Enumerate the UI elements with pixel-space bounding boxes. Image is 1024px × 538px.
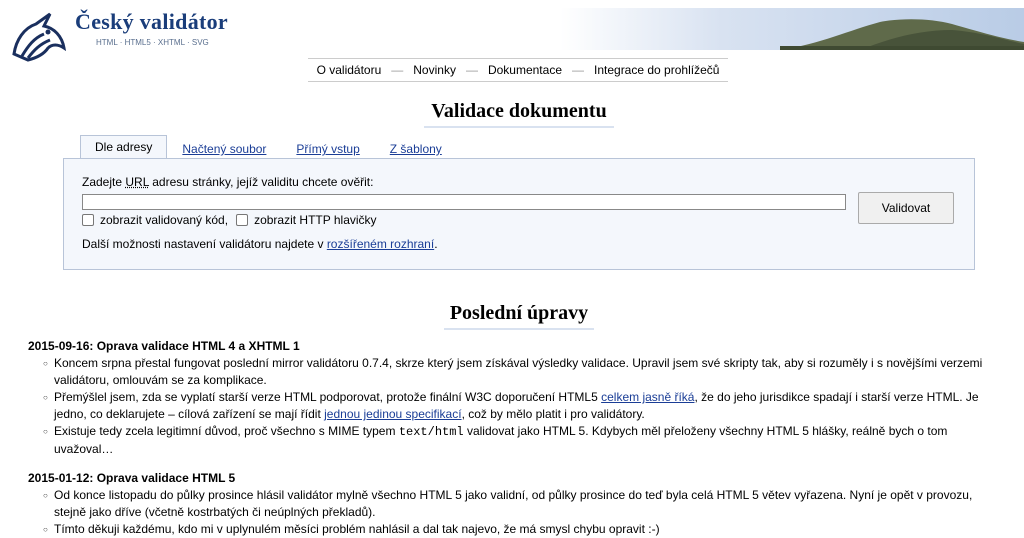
show-headers-label[interactable]: zobrazit HTTP hlavičky <box>254 213 376 227</box>
url-input[interactable] <box>82 194 846 210</box>
validation-form-panel: Zadejte URL adresu stránky, jejíž validi… <box>63 158 975 270</box>
validation-section-title: Validace dokumentu <box>424 100 614 128</box>
news-item-heading: 2015-01-12: Oprava validace HTML 5 <box>28 471 236 485</box>
news-paragraph: Od konce listopadu do půlky prosince hlá… <box>43 487 988 521</box>
site-header: Český validátor HTML · HTML5 · XHTML · S… <box>0 0 1024 62</box>
nav-item-novinky[interactable]: Novinky <box>413 63 456 77</box>
tab-primy-vstup[interactable]: Přímý vstup <box>281 140 374 158</box>
validate-button[interactable]: Validovat <box>858 192 954 224</box>
show-code-checkbox[interactable] <box>82 214 94 226</box>
news-paragraph: Přemýšlel jsem, zda se vyplatí starší ve… <box>43 389 988 423</box>
show-code-label[interactable]: zobrazit validovaný kód, <box>100 213 228 227</box>
validation-tabs: Dle adresy Načtený soubor Přímý vstup Z … <box>80 135 457 159</box>
tab-nacteny-soubor[interactable]: Načtený soubor <box>167 140 281 158</box>
news-item-points: Od konce listopadu do půlky prosince hlá… <box>28 487 988 538</box>
news-link-jednou-jedinou-specifikaci[interactable]: jednou jedinou specifikací <box>324 407 461 421</box>
top-navigation: O validátoru — Novinky — Dokumentace — I… <box>308 58 728 82</box>
nav-item-dokumentace[interactable]: Dokumentace <box>488 63 562 77</box>
nav-separator: — <box>391 63 404 77</box>
more-options-suffix: . <box>434 237 438 251</box>
news-paragraph: Koncem srpna přestal fungovat poslední m… <box>43 355 988 389</box>
news-link-celkem-jasne-rika[interactable]: celkem jasně říká <box>601 390 694 404</box>
url-label-text: Zadejte <box>82 175 126 189</box>
news-text: Existuje tedy zcela legitimní důvod, pro… <box>54 424 399 438</box>
show-headers-checkbox[interactable] <box>236 214 249 226</box>
news-paragraph: Tímto děkuji každému, kdo mi v uplynulém… <box>43 521 988 538</box>
more-options-text: Další možnosti nastavení validátoru najd… <box>82 237 438 251</box>
nav-item-integrace[interactable]: Integrace do prohlížečů <box>594 63 719 77</box>
mime-type-code: text/html <box>398 425 464 439</box>
url-field-label: Zadejte URL adresu stránky, jejíž validi… <box>82 175 373 189</box>
site-subtitle: HTML · HTML5 · XHTML · SVG <box>96 38 209 47</box>
news-text: , což by mělo platit i pro validátory. <box>461 407 645 421</box>
validation-options: zobrazit validovaný kód, zobrazit HTTP h… <box>82 213 377 227</box>
nav-separator: — <box>465 63 478 77</box>
news-item-heading: 2015-09-16: Oprava validace HTML 4 a XHT… <box>28 339 300 353</box>
tab-z-sablony[interactable]: Z šablony <box>375 140 457 158</box>
tab-dle-adresy[interactable]: Dle adresy <box>80 135 168 159</box>
news-section-title: Poslední úpravy <box>444 302 594 330</box>
news-text: Přemýšlel jsem, zda se vyplatí starší ve… <box>54 390 602 404</box>
hill-landscape-image <box>560 8 1024 50</box>
url-abbreviation: URL <box>125 175 149 189</box>
unicorn-logo-icon <box>12 12 67 62</box>
extended-interface-link[interactable]: rozšířeném rozhraní <box>327 237 434 251</box>
url-label-text-end: adresu stránky, jejíž validitu chcete ov… <box>148 175 374 189</box>
nav-separator: — <box>572 63 584 77</box>
news-list: 2015-09-16: Oprava validace HTML 4 a XHT… <box>28 338 988 538</box>
news-item-points: Koncem srpna přestal fungovat poslední m… <box>28 355 988 458</box>
more-options-prefix: Další možnosti nastavení validátoru najd… <box>82 237 327 251</box>
nav-item-o-validatoru[interactable]: O validátoru <box>317 63 382 77</box>
news-paragraph: Existuje tedy zcela legitimní důvod, pro… <box>43 423 988 458</box>
site-title[interactable]: Český validátor <box>75 9 228 35</box>
